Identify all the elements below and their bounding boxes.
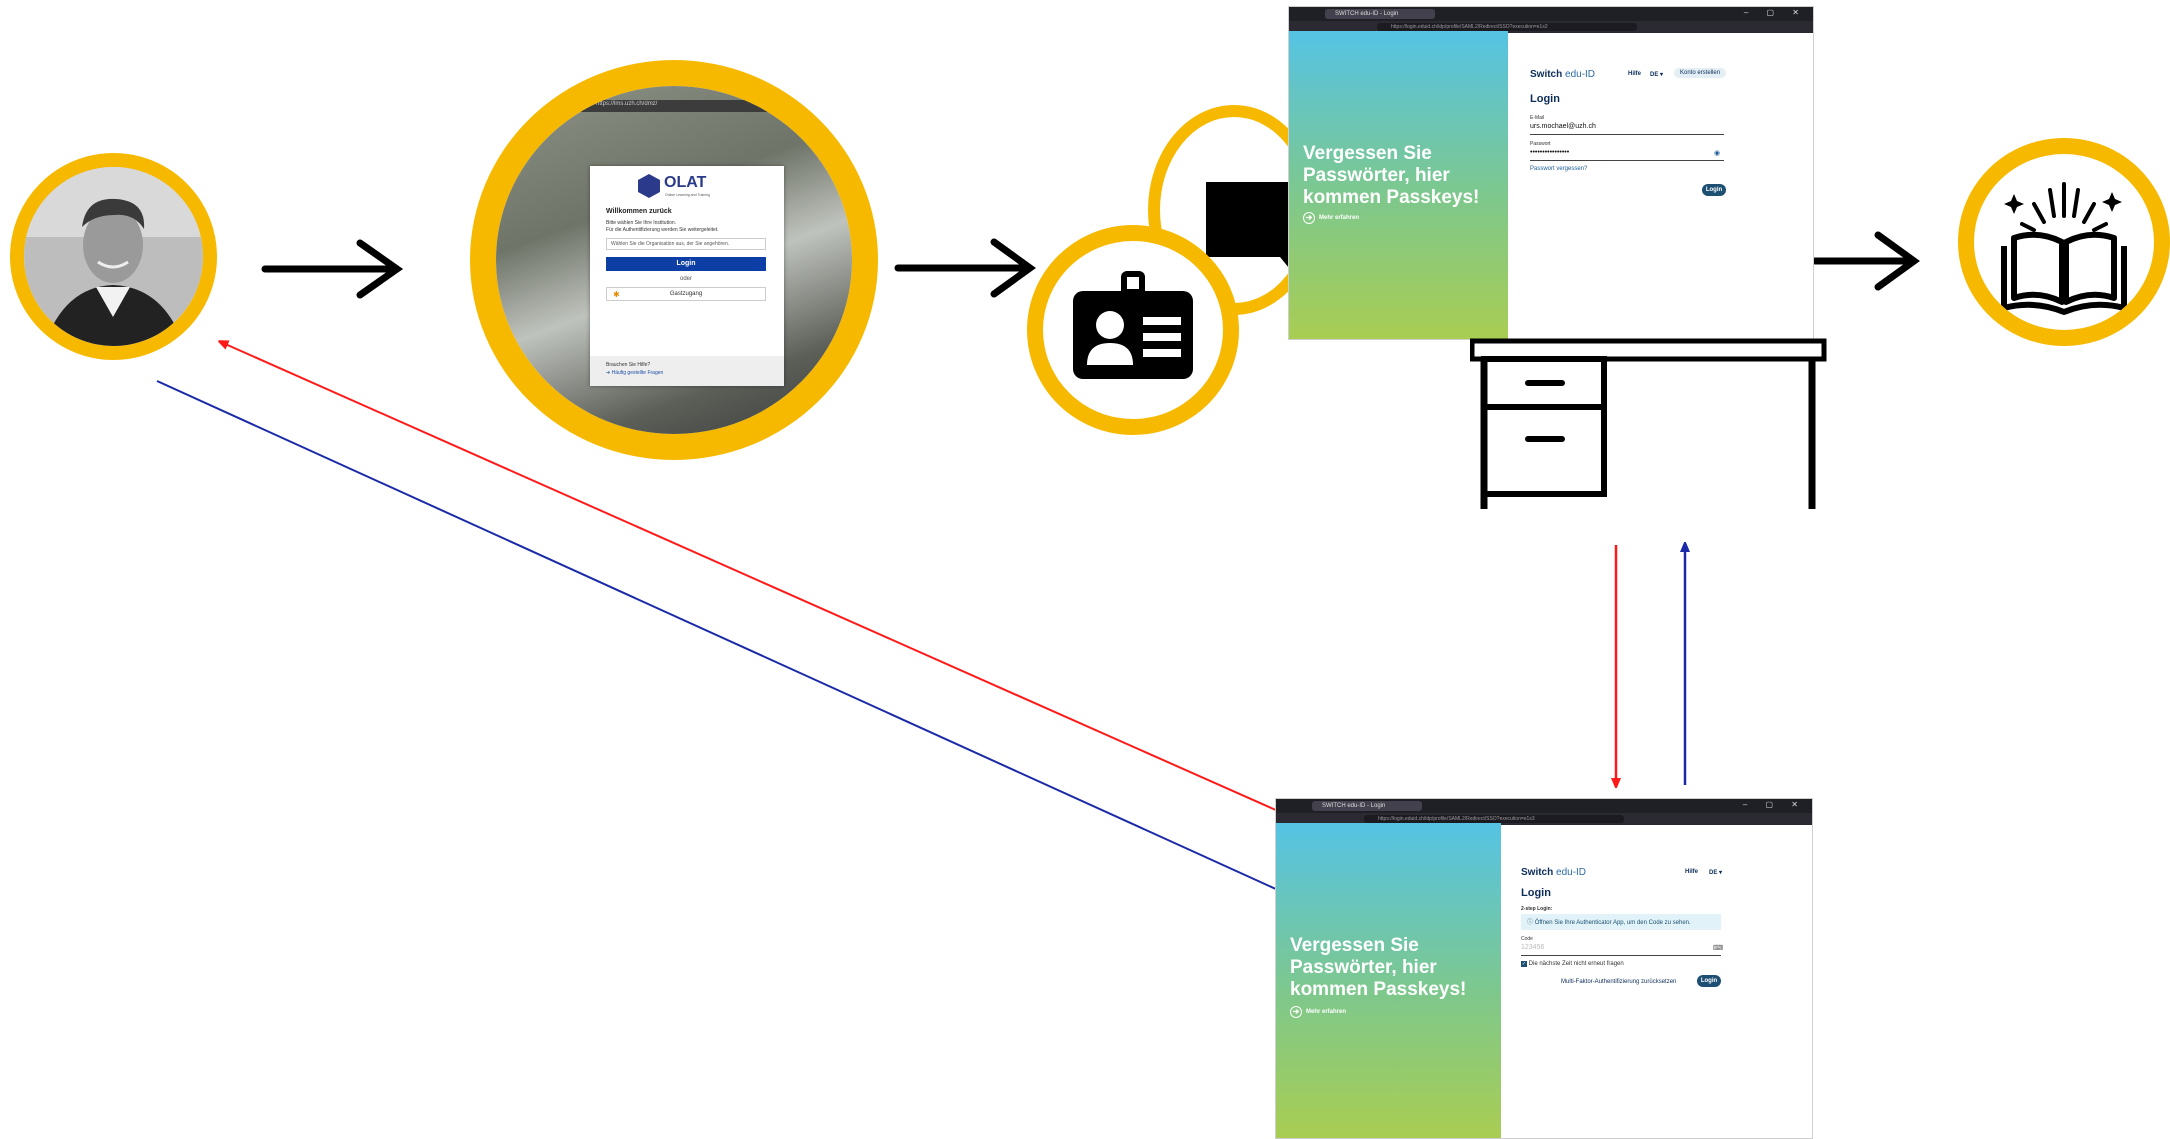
create-account-button[interactable]: Konto erstellen bbox=[1674, 68, 1727, 78]
person-photo bbox=[24, 167, 203, 346]
checkbox-icon[interactable]: ✓ bbox=[1521, 961, 1527, 967]
eduid-hero: Vergessen Sie Passwörter, hier kommen Pa… bbox=[1276, 823, 1501, 1138]
arrow-right-icon: ➔ bbox=[1303, 212, 1315, 224]
browser-url[interactable]: https://login.eduid.ch/idp/profile/SAML2… bbox=[1377, 23, 1637, 31]
olat-address-bar: https://lms.uzh.ch/dmz/ bbox=[556, 100, 796, 112]
arrow-right-icon: ➔ bbox=[1290, 1006, 1302, 1018]
hero-slogan: Vergessen Sie Passwörter, hier kommen Pa… bbox=[1290, 935, 1467, 1000]
olat-logo: OLAT bbox=[664, 174, 707, 191]
browser-url[interactable]: https://login.eduid.ch/idp/profile/SAML2… bbox=[1364, 815, 1624, 823]
login-button[interactable]: Login bbox=[1697, 975, 1721, 987]
guest-icon: ✱ bbox=[613, 290, 620, 299]
window-controls[interactable]: – ▢ ✕ bbox=[1744, 8, 1807, 17]
hero-slogan: Vergessen Sie Passwörter, hier kommen Pa… bbox=[1303, 143, 1480, 208]
two-step-label: 2-step Login: bbox=[1521, 906, 1553, 912]
keyboard-icon[interactable]: ⌨ bbox=[1713, 944, 1723, 952]
olat-logo-icon bbox=[638, 174, 660, 198]
id-card-circle bbox=[1027, 225, 1239, 435]
id-card-icon bbox=[1073, 271, 1193, 379]
forgot-password-link[interactable]: Passwort vergessen? bbox=[1530, 166, 1587, 172]
browser-tabbar: SWITCH edu-ID - Login – ▢ ✕ bbox=[1289, 7, 1813, 21]
flow-arrow-2 bbox=[894, 238, 1036, 298]
code-field[interactable]: 123456 bbox=[1521, 944, 1721, 956]
olat-circle: https://lms.uzh.ch/dmz/ OLAT Online Lear… bbox=[470, 60, 878, 460]
eduid-brand: Switch edu-ID bbox=[1530, 69, 1596, 80]
info-icon: ⓘ bbox=[1527, 920, 1534, 926]
blue-line-from-person bbox=[156, 380, 1279, 891]
olat-org-select[interactable]: Wählen Sie die Organisation aus, der Sie… bbox=[606, 238, 766, 250]
olat-or: oder bbox=[679, 276, 692, 282]
email-label: E-Mail bbox=[1530, 115, 1545, 121]
olat-title: Willkommen zurück bbox=[606, 208, 672, 215]
login-heading: Login bbox=[1530, 93, 1560, 105]
eduid-window-bottom: SWITCH edu-ID - Login – ▢ ✕ https://logi… bbox=[1275, 798, 1813, 1139]
eduid-window-top: SWITCH edu-ID - Login – ▢ ✕ https://logi… bbox=[1288, 6, 1814, 340]
olat-help-question: Brauchen Sie Hilfe? bbox=[606, 362, 651, 368]
person-circle bbox=[10, 153, 217, 360]
eduid-hero: Vergessen Sie Passwörter, hier kommen Pa… bbox=[1289, 31, 1508, 339]
connector-layer bbox=[156, 231, 1920, 891]
browser-tabbar: SWITCH edu-ID - Login – ▢ ✕ bbox=[1276, 799, 1812, 813]
flow-arrow-3 bbox=[1811, 231, 1920, 291]
olat-line1: Bitte wählen Sie Ihre Institution. bbox=[606, 220, 677, 226]
book-circle bbox=[1958, 138, 2170, 346]
eye-icon[interactable]: ◉ bbox=[1714, 149, 1720, 157]
window-controls[interactable]: – ▢ ✕ bbox=[1743, 800, 1806, 809]
remember-checkbox[interactable]: ✓ Die nächste Zeit nicht erneut fragen bbox=[1521, 961, 1624, 967]
code-label: Code bbox=[1521, 936, 1533, 942]
login-heading: Login bbox=[1521, 887, 1551, 899]
more-link[interactable]: ➔ Mehr erfahren bbox=[1303, 212, 1359, 224]
browser-tab[interactable]: SWITCH edu-ID - Login bbox=[1325, 9, 1435, 19]
more-link[interactable]: ➔ Mehr erfahren bbox=[1290, 1006, 1346, 1018]
mfa-reset-link[interactable]: Multi-Faktor-Authentifizierung zurückset… bbox=[1561, 979, 1676, 985]
email-field[interactable]: urs.mochael@uzh.ch bbox=[1530, 123, 1724, 135]
olat-logo-sub: Online Learning and Training bbox=[665, 193, 710, 197]
eduid-login-pane: Switch edu-ID Hilfe DE ▾ Konto erstellen… bbox=[1506, 31, 1813, 339]
olat-faq-link[interactable]: ➔ Häufig gestellte Fragen bbox=[606, 370, 663, 376]
olat-login-button[interactable]: Login bbox=[606, 257, 766, 271]
flow-arrow-1 bbox=[261, 239, 404, 299]
desk-icon bbox=[1470, 338, 1827, 509]
olat-guest-button[interactable]: ✱ Gastzugang bbox=[606, 287, 766, 301]
authenticator-info: ⓘ Öffnen Sie Ihre Authenticator App, um … bbox=[1521, 914, 1721, 930]
lang-select[interactable]: DE ▾ bbox=[1709, 869, 1722, 876]
lang-select[interactable]: DE ▾ bbox=[1650, 71, 1663, 78]
olat-login-card: OLAT Online Learning and Training Willko… bbox=[590, 166, 784, 386]
browser-tab[interactable]: SWITCH edu-ID - Login bbox=[1312, 801, 1422, 811]
password-label: Passwort bbox=[1530, 141, 1551, 147]
help-link[interactable]: Hilfe bbox=[1685, 869, 1698, 875]
olat-url[interactable]: https://lms.uzh.ch/dmz/ bbox=[596, 101, 657, 107]
login-button[interactable]: Login bbox=[1702, 184, 1726, 196]
eduid-login-pane: Switch edu-ID Hilfe DE ▾ Login 2-step Lo… bbox=[1499, 823, 1812, 1138]
eduid-brand: Switch edu-ID bbox=[1521, 867, 1587, 878]
help-link[interactable]: Hilfe bbox=[1628, 71, 1641, 77]
olat-footer: Brauchen Sie Hilfe? ➔ Häufig gestellte F… bbox=[590, 356, 784, 386]
password-field[interactable]: •••••••••••••••• bbox=[1530, 149, 1724, 161]
olat-line2: Für die Authentifizierung werden Sie wei… bbox=[606, 227, 719, 233]
open-book-icon bbox=[2001, 182, 2127, 315]
